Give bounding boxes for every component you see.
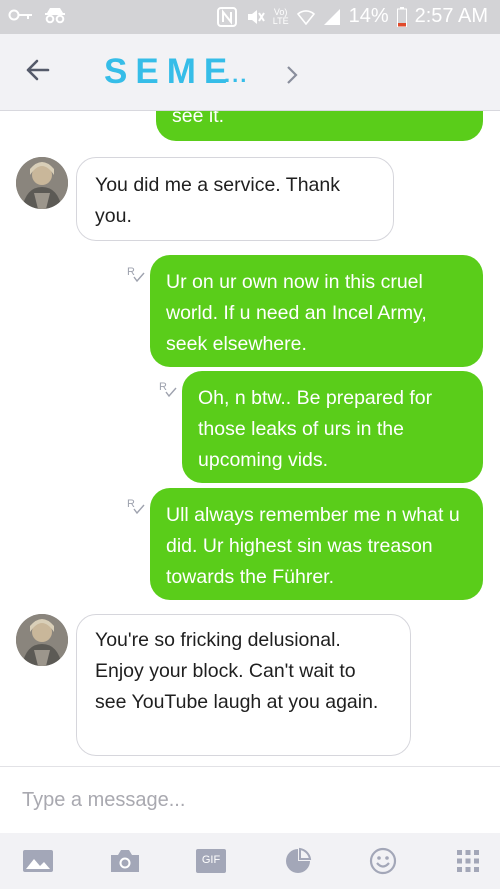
contact-name[interactable]: SEME bbox=[104, 52, 235, 92]
battery-icon bbox=[396, 6, 407, 27]
message-list: see it. You did me a service. Thank you.… bbox=[0, 111, 500, 766]
message-text: You did me a service. Thank you. bbox=[95, 174, 340, 227]
contact-name-ellipsis: ... bbox=[224, 62, 249, 87]
message-bubble-incoming[interactable]: You're so fricking delusional. Enjoy you… bbox=[76, 614, 411, 756]
key-icon bbox=[8, 9, 32, 21]
svg-text:R: R bbox=[127, 498, 135, 510]
wifi-icon bbox=[296, 9, 315, 25]
gif-label: GIF bbox=[201, 854, 221, 866]
camera-icon[interactable] bbox=[109, 847, 141, 875]
signal-icon bbox=[323, 8, 340, 25]
message-text: You're so fricking delusional. Enjoy you… bbox=[95, 629, 379, 713]
gallery-icon[interactable] bbox=[22, 847, 54, 875]
message-bubble-outgoing[interactable]: see it. bbox=[156, 111, 483, 141]
read-receipt-icon: R bbox=[127, 498, 145, 515]
message-input[interactable]: Type a message... bbox=[22, 789, 185, 812]
sticker-icon[interactable] bbox=[282, 847, 314, 875]
message-bubble-incoming[interactable]: You did me a service. Thank you. bbox=[76, 157, 394, 241]
avatar[interactable] bbox=[16, 614, 68, 666]
message-bubble-outgoing[interactable]: Ur on ur own now in this cruel world. If… bbox=[150, 255, 483, 367]
message-bubble-outgoing[interactable]: Ull always remember me n what u did. Ur … bbox=[150, 488, 483, 600]
message-bubble-outgoing[interactable]: Oh, n btw.. Be prepared for those leaks … bbox=[182, 371, 483, 483]
gif-button[interactable]: GIF bbox=[195, 847, 227, 875]
message-text: Oh, n btw.. Be prepared for those leaks … bbox=[198, 387, 433, 471]
chevron-right-icon[interactable] bbox=[284, 64, 300, 86]
network-label: Vo) LTE bbox=[272, 7, 289, 26]
nfc-icon bbox=[216, 6, 237, 27]
message-text: see it. bbox=[172, 111, 225, 127]
conversation-header: SEME ... bbox=[0, 34, 500, 111]
attachment-toolbar: GIF bbox=[0, 833, 500, 889]
svg-text:R: R bbox=[127, 266, 135, 278]
app-grid-icon[interactable] bbox=[452, 847, 484, 875]
battery-percent: 14% bbox=[348, 5, 389, 27]
clock: 2:57 AM bbox=[414, 5, 488, 27]
mute-icon bbox=[247, 9, 265, 24]
avatar[interactable] bbox=[16, 157, 68, 209]
message-text: Ull always remember me n what u did. Ur … bbox=[166, 504, 460, 588]
message-composer[interactable]: Type a message... bbox=[0, 766, 500, 834]
incognito-icon bbox=[45, 8, 65, 24]
message-text: Ur on ur own now in this cruel world. If… bbox=[166, 271, 427, 355]
back-arrow-icon[interactable] bbox=[20, 52, 56, 88]
lte-label: LTE bbox=[272, 15, 289, 26]
emoji-icon[interactable] bbox=[367, 847, 399, 875]
svg-text:R: R bbox=[159, 381, 167, 393]
read-receipt-icon: R bbox=[127, 266, 145, 283]
status-bar: Vo) LTE 14% 2:57 AM bbox=[0, 0, 500, 34]
read-receipt-icon: R bbox=[159, 381, 177, 398]
